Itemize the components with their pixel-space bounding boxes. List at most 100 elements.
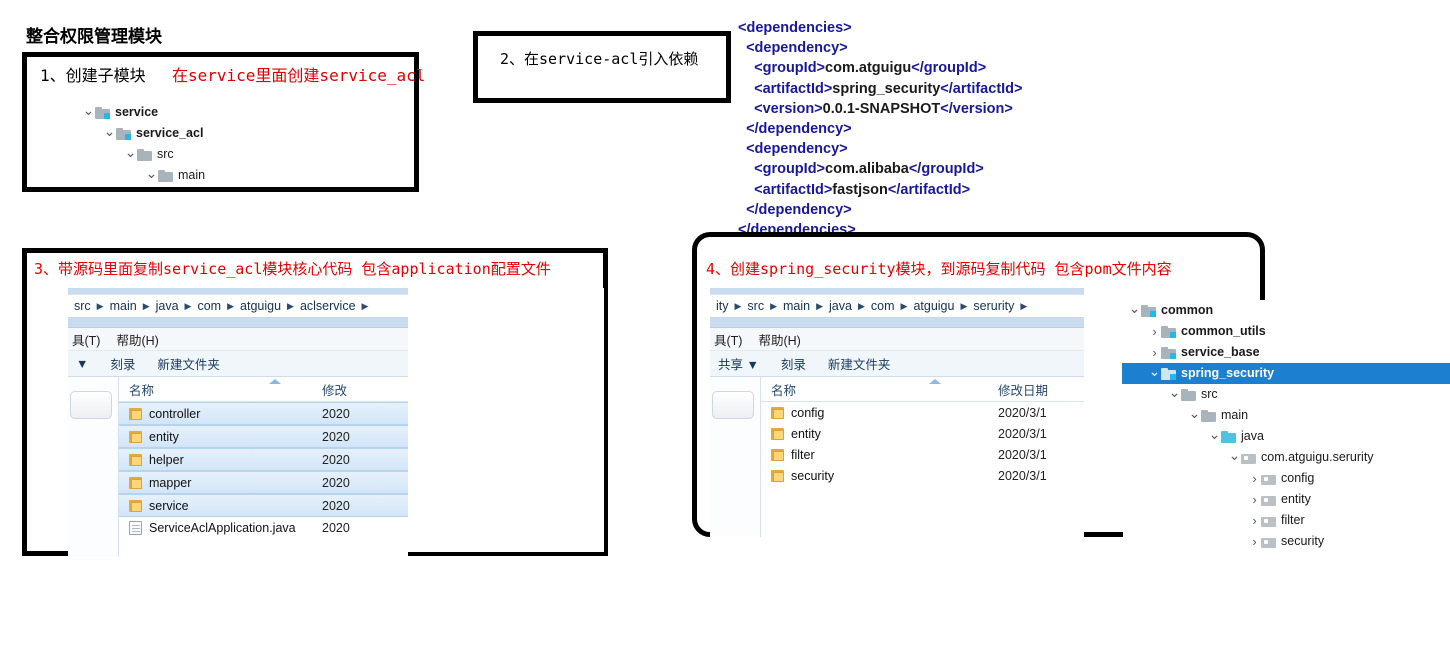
file-row[interactable]: filter 2020/3/1 (761, 444, 1084, 465)
file-row[interactable]: security 2020/3/1 (761, 465, 1084, 486)
column-header-name[interactable]: 名称 (119, 380, 322, 399)
chevron-down-icon[interactable]: ⌄ (1208, 427, 1221, 441)
chevron-down-icon[interactable]: ⌄ (82, 103, 95, 117)
tree-item[interactable]: › common_utils (1122, 321, 1450, 342)
column-headers[interactable]: 名称 修改 (119, 377, 408, 402)
file-name-label: service (149, 498, 189, 513)
file-row[interactable]: helper 2020 (119, 448, 408, 471)
column-header-date[interactable]: 修改 (322, 380, 408, 399)
chevron-right-icon: ▶ (960, 300, 968, 311)
breadcrumb-segment[interactable]: com (197, 299, 221, 313)
chevron-right-icon[interactable]: › (1148, 346, 1161, 359)
tree-item[interactable]: ⌄ service (82, 102, 205, 123)
tree-item[interactable]: ⌄ service_acl (82, 123, 205, 144)
breadcrumb-segment[interactable]: java (156, 299, 179, 313)
file-explorer-serurity[interactable]: ity ▶ src ▶ main ▶ java ▶ com ▶ atguigu ▶ serurity ▶ … (710, 288, 1084, 537)
toolbar-button[interactable]: ▼ (76, 357, 88, 371)
column-header-date[interactable]: 修改日期 (998, 380, 1084, 399)
tree-item[interactable]: ⌄ src (1122, 384, 1450, 405)
tree-item[interactable]: › service_base (1122, 342, 1450, 363)
menu-bar[interactable]: 具(T) 帮助(H) (710, 328, 1084, 351)
tree-item[interactable]: ⌄ com.atguigu.serurity (1122, 447, 1450, 468)
tree-item-label: src (157, 147, 174, 162)
tree-item-label: entity (1281, 492, 1311, 507)
breadcrumb-segment[interactable]: main (110, 299, 137, 313)
file-name-cell: mapper (119, 476, 322, 490)
file-row[interactable]: mapper 2020 (119, 471, 408, 494)
file-date-cell: 2020 (322, 475, 350, 490)
tree-item[interactable]: ⌄ java (1122, 426, 1450, 447)
file-list[interactable]: 名称 修改日期 config 2020/3/1 entity 2020/3/1 filt… (761, 377, 1084, 537)
file-row[interactable]: entity 2020 (119, 425, 408, 448)
tree-item[interactable]: ⌄ spring_security (1122, 363, 1450, 384)
address-bar-breadcrumb[interactable]: src ▶ main ▶ java ▶ com ▶ atguigu ▶ aclservice ▶ (68, 294, 408, 318)
breadcrumb-segment[interactable]: main (783, 299, 810, 313)
chevron-down-icon[interactable]: ⌄ (1148, 364, 1161, 378)
chevron-right-icon[interactable]: › (1248, 514, 1261, 527)
file-name-label: filter (791, 447, 815, 462)
tree-item[interactable]: › filter (1122, 510, 1450, 531)
toolbar-button[interactable]: 刻录 (110, 354, 135, 373)
tree-item[interactable]: ⌄ common (1122, 300, 1450, 321)
menu-item[interactable]: 帮助(H) (758, 330, 800, 349)
tree-item[interactable]: ⌄ main (1122, 405, 1450, 426)
column-headers[interactable]: 名称 修改日期 (761, 377, 1084, 402)
nav-pane-chip[interactable] (70, 391, 112, 419)
toolbar-button[interactable]: 共享 ▼ (718, 354, 759, 373)
nav-pane-chip[interactable] (712, 391, 754, 419)
tree-item[interactable]: ⌄ main (82, 165, 205, 186)
breadcrumb-segment[interactable]: src (747, 299, 764, 313)
chevron-down-icon[interactable]: ⌄ (1168, 385, 1181, 399)
toolbar-button[interactable]: 新建文件夹 (157, 354, 220, 373)
chevron-right-icon[interactable]: › (1148, 325, 1161, 338)
file-row[interactable]: controller 2020 (119, 402, 408, 425)
chevron-down-icon[interactable]: ⌄ (103, 124, 116, 138)
file-row[interactable]: entity 2020/3/1 (761, 423, 1084, 444)
breadcrumb-segment[interactable]: aclservice (300, 299, 356, 313)
breadcrumb-segment[interactable]: atguigu (913, 299, 954, 313)
breadcrumb-segment[interactable]: java (829, 299, 852, 313)
step2-title: 2、在service-acl引入依赖 (500, 50, 699, 68)
navigation-pane[interactable] (710, 377, 761, 537)
file-list[interactable]: 名称 修改 controller 2020 entity 2020 helper 2020… (119, 377, 408, 557)
menu-bar[interactable]: 具(T) 帮助(H) (68, 328, 408, 351)
chevron-right-icon[interactable]: › (1248, 535, 1261, 548)
breadcrumb-segment[interactable]: ity (716, 299, 729, 313)
xml-tag: </groupId> (911, 60, 987, 77)
chevron-right-icon[interactable]: › (1248, 472, 1261, 485)
chevron-down-icon[interactable]: ⌄ (124, 145, 137, 159)
file-date-cell: 2020/3/1 (998, 468, 1047, 483)
column-header-name[interactable]: 名称 (761, 380, 998, 399)
tree-item[interactable]: ⌄ src (82, 144, 205, 165)
breadcrumb-segment[interactable]: com (871, 299, 895, 313)
menu-item[interactable]: 帮助(H) (116, 330, 158, 349)
tree-item-label: service_acl (136, 126, 204, 141)
tree-item[interactable]: › security (1122, 531, 1450, 552)
package-icon (1261, 494, 1276, 506)
tree-item[interactable]: › entity (1122, 489, 1450, 510)
chevron-down-icon[interactable]: ⌄ (1228, 448, 1241, 462)
xml-value: 0.0.1-SNAPSHOT (822, 100, 941, 117)
toolbar-button[interactable]: 新建文件夹 (828, 354, 891, 373)
breadcrumb-segment[interactable]: serurity (973, 299, 1014, 313)
command-toolbar[interactable]: 共享 ▼ 刻录 新建文件夹 (710, 351, 1084, 377)
menu-item[interactable]: 具(T) (714, 330, 742, 349)
file-explorer-aclservice[interactable]: src ▶ main ▶ java ▶ com ▶ atguigu ▶ aclservice ▶ 具(… (68, 288, 408, 557)
chevron-down-icon[interactable]: ⌄ (145, 166, 158, 180)
breadcrumb-segment[interactable]: atguigu (240, 299, 281, 313)
file-row[interactable]: ServiceAclApplication.java 2020 (119, 517, 408, 538)
chevron-right-icon: ▶ (287, 300, 294, 311)
toolbar-button[interactable]: 刻录 (781, 354, 806, 373)
file-row[interactable]: service 2020 (119, 494, 408, 517)
command-toolbar[interactable]: ▼ 刻录 新建文件夹 (68, 351, 408, 377)
menu-item[interactable]: 具(T) (72, 330, 100, 349)
file-row[interactable]: config 2020/3/1 (761, 402, 1084, 423)
chevron-down-icon[interactable]: ⌄ (1128, 301, 1141, 315)
chevron-down-icon[interactable]: ⌄ (1188, 406, 1201, 420)
navigation-pane[interactable] (68, 377, 119, 557)
tree-item[interactable]: › config (1122, 468, 1450, 489)
chevron-right-icon[interactable]: › (1248, 493, 1261, 506)
address-bar-breadcrumb[interactable]: ity ▶ src ▶ main ▶ java ▶ com ▶ atguigu ▶ serurity ▶ (710, 294, 1084, 318)
breadcrumb-segment[interactable]: src (74, 299, 91, 313)
code-line: <dependency> (738, 139, 1023, 159)
